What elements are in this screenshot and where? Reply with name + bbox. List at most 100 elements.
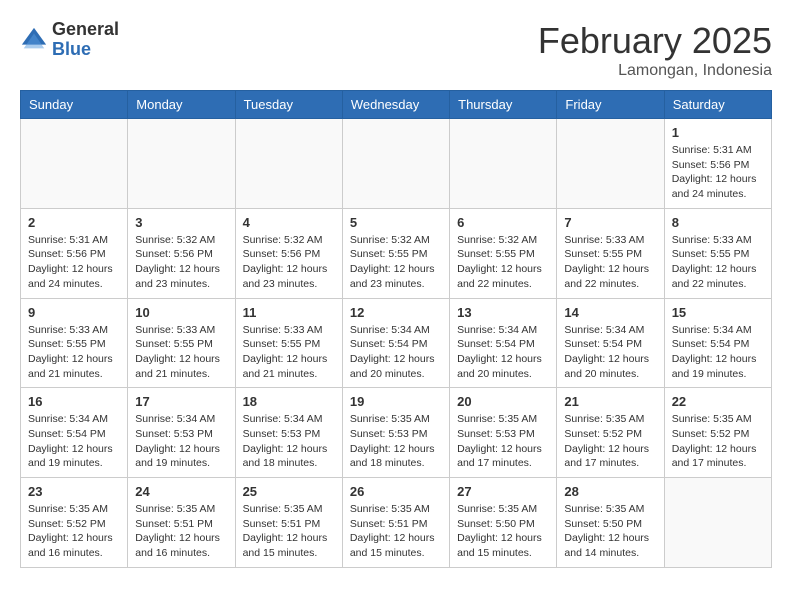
calendar-cell: 23 Sunrise: 5:35 AM Sunset: 5:52 PM Dayli… [21,478,128,568]
day-info: Sunrise: 5:35 AM Sunset: 5:53 PM Dayligh… [457,412,549,471]
calendar-cell: 27 Sunrise: 5:35 AM Sunset: 5:50 PM Dayli… [450,478,557,568]
day-info: Sunrise: 5:32 AM Sunset: 5:56 PM Dayligh… [135,233,227,292]
calendar-cell: 24 Sunrise: 5:35 AM Sunset: 5:51 PM Dayli… [128,478,235,568]
day-info: Sunrise: 5:33 AM Sunset: 5:55 PM Dayligh… [135,323,227,382]
calendar-cell: 9Sunrise: 5:33 AM Sunset: 5:55 PM Daylig… [21,298,128,388]
day-info: Sunrise: 5:34 AM Sunset: 5:53 PM Dayligh… [135,412,227,471]
calendar-cell [557,119,664,209]
day-info: Sunrise: 5:34 AM Sunset: 5:54 PM Dayligh… [564,323,656,382]
calendar-cell: 4 Sunrise: 5:32 AM Sunset: 5:56 PM Daylig… [235,208,342,298]
week-row-4: 16Sunrise: 5:34 AM Sunset: 5:54 PM Dayli… [21,388,772,478]
calendar-cell [128,119,235,209]
day-number: 15 [672,305,764,320]
day-info: Sunrise: 5:33 AM Sunset: 5:55 PM Dayligh… [672,233,764,292]
day-number: 13 [457,305,549,320]
calendar-table: SundayMondayTuesdayWednesdayThursdayFrid… [20,90,772,568]
day-number: 6 [457,215,549,230]
day-number: 11 [243,305,335,320]
day-number: 18 [243,394,335,409]
logo: General Blue [20,20,119,60]
weekday-header-tuesday: Tuesday [235,91,342,119]
day-info: Sunrise: 5:35 AM Sunset: 5:51 PM Dayligh… [135,502,227,561]
weekday-header-thursday: Thursday [450,91,557,119]
day-info: Sunrise: 5:35 AM Sunset: 5:50 PM Dayligh… [564,502,656,561]
calendar-cell: 21 Sunrise: 5:35 AM Sunset: 5:52 PM Dayli… [557,388,664,478]
calendar-cell: 19 Sunrise: 5:35 AM Sunset: 5:53 PM Dayli… [342,388,449,478]
page-header: General Blue February 2025 Lamongan, Ind… [20,20,772,80]
day-number: 10 [135,305,227,320]
day-info: Sunrise: 5:35 AM Sunset: 5:52 PM Dayligh… [28,502,120,561]
weekday-header-sunday: Sunday [21,91,128,119]
day-info: Sunrise: 5:31 AM Sunset: 5:56 PM Dayligh… [28,233,120,292]
calendar-cell [235,119,342,209]
day-number: 24 [135,484,227,499]
calendar-cell: 25Sunrise: 5:35 AM Sunset: 5:51 PM Dayli… [235,478,342,568]
day-info: Sunrise: 5:35 AM Sunset: 5:52 PM Dayligh… [564,412,656,471]
calendar-cell: 18Sunrise: 5:34 AM Sunset: 5:53 PM Dayli… [235,388,342,478]
day-number: 2 [28,215,120,230]
week-row-2: 2 Sunrise: 5:31 AM Sunset: 5:56 PM Daylig… [21,208,772,298]
weekday-header-monday: Monday [128,91,235,119]
day-info: Sunrise: 5:33 AM Sunset: 5:55 PM Dayligh… [243,323,335,382]
calendar-cell [21,119,128,209]
week-row-3: 9Sunrise: 5:33 AM Sunset: 5:55 PM Daylig… [21,298,772,388]
calendar-cell: 14 Sunrise: 5:34 AM Sunset: 5:54 PM Dayli… [557,298,664,388]
calendar-cell: 10 Sunrise: 5:33 AM Sunset: 5:55 PM Dayli… [128,298,235,388]
weekday-header-saturday: Saturday [664,91,771,119]
calendar-cell: 26 Sunrise: 5:35 AM Sunset: 5:51 PM Dayli… [342,478,449,568]
calendar-cell: 17 Sunrise: 5:34 AM Sunset: 5:53 PM Dayli… [128,388,235,478]
day-number: 3 [135,215,227,230]
day-info: Sunrise: 5:35 AM Sunset: 5:53 PM Dayligh… [350,412,442,471]
calendar-cell: 2 Sunrise: 5:31 AM Sunset: 5:56 PM Daylig… [21,208,128,298]
day-number: 16 [28,394,120,409]
day-number: 8 [672,215,764,230]
calendar-cell [450,119,557,209]
day-number: 4 [243,215,335,230]
day-info: Sunrise: 5:32 AM Sunset: 5:55 PM Dayligh… [457,233,549,292]
day-number: 22 [672,394,764,409]
day-info: Sunrise: 5:33 AM Sunset: 5:55 PM Dayligh… [564,233,656,292]
logo-general: General [52,20,119,40]
day-number: 7 [564,215,656,230]
week-row-1: 1Sunrise: 5:31 AM Sunset: 5:56 PM Daylig… [21,119,772,209]
day-number: 19 [350,394,442,409]
calendar-cell: 1Sunrise: 5:31 AM Sunset: 5:56 PM Daylig… [664,119,771,209]
calendar-cell: 28 Sunrise: 5:35 AM Sunset: 5:50 PM Dayli… [557,478,664,568]
logo-icon [20,26,48,54]
calendar-cell: 5 Sunrise: 5:32 AM Sunset: 5:55 PM Daylig… [342,208,449,298]
day-number: 17 [135,394,227,409]
day-number: 26 [350,484,442,499]
day-info: Sunrise: 5:35 AM Sunset: 5:50 PM Dayligh… [457,502,549,561]
calendar-cell: 15 Sunrise: 5:34 AM Sunset: 5:54 PM Dayli… [664,298,771,388]
day-info: Sunrise: 5:32 AM Sunset: 5:55 PM Dayligh… [350,233,442,292]
day-number: 27 [457,484,549,499]
day-info: Sunrise: 5:35 AM Sunset: 5:52 PM Dayligh… [672,412,764,471]
calendar-cell [342,119,449,209]
day-number: 25 [243,484,335,499]
logo-blue: Blue [52,40,119,60]
logo-text: General Blue [52,20,119,60]
day-info: Sunrise: 5:33 AM Sunset: 5:55 PM Dayligh… [28,323,120,382]
day-info: Sunrise: 5:34 AM Sunset: 5:54 PM Dayligh… [350,323,442,382]
day-info: Sunrise: 5:34 AM Sunset: 5:54 PM Dayligh… [672,323,764,382]
location: Lamongan, Indonesia [538,62,772,80]
day-number: 23 [28,484,120,499]
calendar-cell: 11 Sunrise: 5:33 AM Sunset: 5:55 PM Dayli… [235,298,342,388]
day-number: 14 [564,305,656,320]
calendar-cell: 8 Sunrise: 5:33 AM Sunset: 5:55 PM Daylig… [664,208,771,298]
day-number: 21 [564,394,656,409]
week-row-5: 23 Sunrise: 5:35 AM Sunset: 5:52 PM Dayli… [21,478,772,568]
day-info: Sunrise: 5:35 AM Sunset: 5:51 PM Dayligh… [350,502,442,561]
day-number: 28 [564,484,656,499]
day-number: 5 [350,215,442,230]
calendar-cell: 7 Sunrise: 5:33 AM Sunset: 5:55 PM Daylig… [557,208,664,298]
weekday-header-row: SundayMondayTuesdayWednesdayThursdayFrid… [21,91,772,119]
day-info: Sunrise: 5:32 AM Sunset: 5:56 PM Dayligh… [243,233,335,292]
title-area: February 2025 Lamongan, Indonesia [538,20,772,80]
day-number: 1 [672,125,764,140]
day-info: Sunrise: 5:34 AM Sunset: 5:54 PM Dayligh… [457,323,549,382]
month-title: February 2025 [538,20,772,62]
calendar-cell: 13 Sunrise: 5:34 AM Sunset: 5:54 PM Dayli… [450,298,557,388]
calendar-cell [664,478,771,568]
day-number: 12 [350,305,442,320]
